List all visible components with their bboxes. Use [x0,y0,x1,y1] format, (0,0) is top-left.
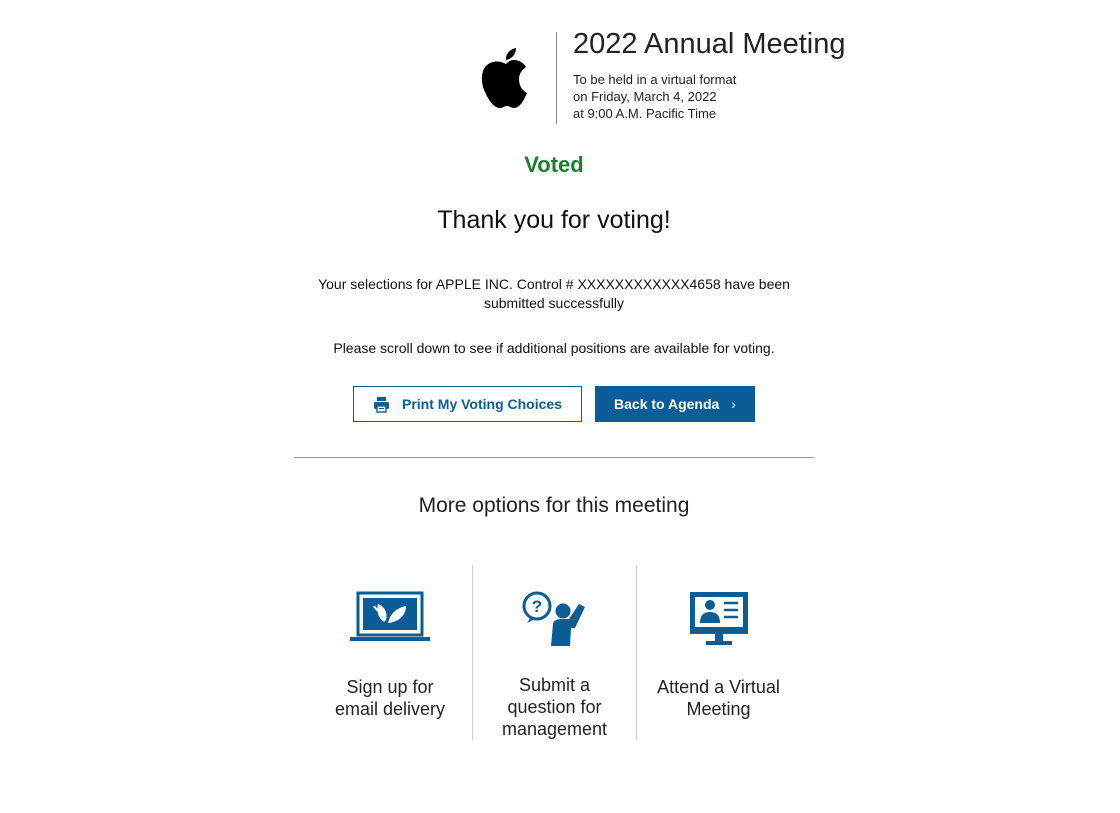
more-options-title: More options for this meeting [418,494,690,517]
svg-text:?: ? [531,597,541,616]
option-email-delivery[interactable]: Sign up for email delivery [308,565,472,740]
thank-you-heading: Thank you for voting! [437,206,671,234]
option-attend-virtual[interactable]: Attend a Virtual Meeting [636,565,800,740]
meeting-header: 2022 Annual Meeting To be held in a virt… [470,28,846,124]
option-question-label: Submit a question for management [501,675,608,739]
section-divider [294,457,814,458]
person-question-icon: ? [521,590,589,674]
chevron-right-icon: › [731,396,736,412]
meeting-title: 2022 Annual Meeting [573,28,846,60]
option-virtual-label: Attend a Virtual Meeting [657,677,780,719]
more-options-list: Sign up for email delivery ? Submit a qu… [308,565,800,740]
voted-status: Voted [524,152,584,177]
printer-icon [373,396,390,413]
print-voting-choices-button[interactable]: Print My Voting Choices [353,386,582,422]
option-email-label: Sign up for email delivery [334,677,446,719]
meeting-time: at 9:00 A.M. Pacific Time [573,106,717,121]
header-divider [556,32,557,124]
meeting-info: 2022 Annual Meeting To be held in a virt… [573,28,846,122]
laptop-leaf-icon [348,590,432,676]
scroll-note: Please scroll down to see if additional … [333,340,775,356]
option-submit-question[interactable]: ? Submit a question for management [472,565,636,740]
monitor-presenter-icon [688,590,750,676]
apple-logo [470,32,542,124]
back-to-agenda-button[interactable]: Back to Agenda › [595,386,755,422]
meeting-date: on Friday, March 4, 2022 [573,89,717,104]
back-button-label: Back to Agenda [614,396,720,412]
meeting-format: To be held in a virtual format [573,72,737,87]
selections-message: Your selections for APPLE INC. Control #… [318,276,790,311]
print-button-label: Print My Voting Choices [402,396,562,412]
